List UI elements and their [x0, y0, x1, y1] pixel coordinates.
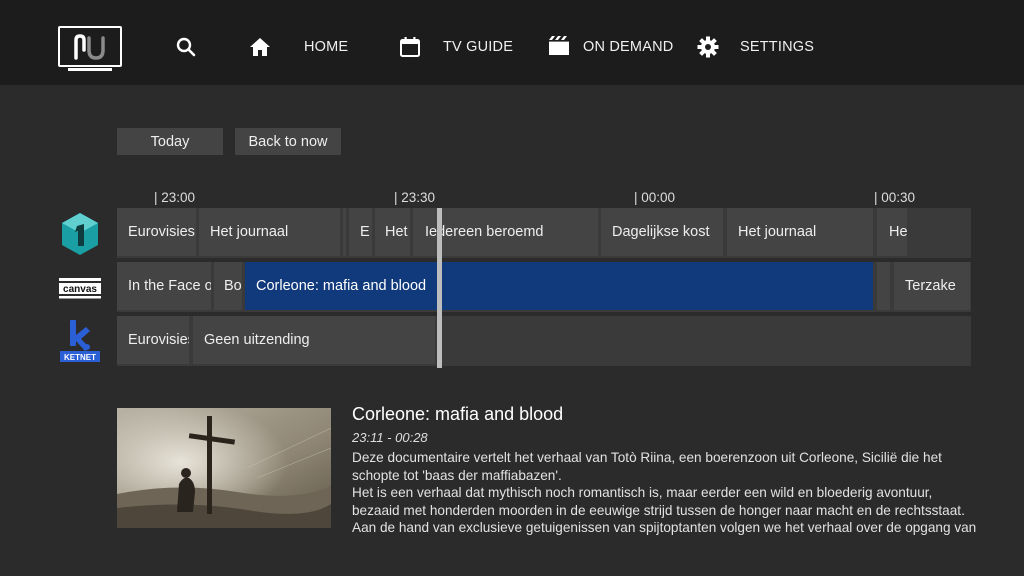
back-to-now-button[interactable]: Back to now — [235, 128, 341, 155]
program-tile[interactable]: He — [877, 208, 907, 256]
nav-tv-guide[interactable]: TV GUIDE — [398, 30, 513, 64]
current-time-indicator — [437, 208, 442, 368]
channel-row-ketnet: Eurovisies Geen uitzending — [117, 316, 971, 366]
program-thumbnail — [117, 408, 332, 528]
nav-settings-label: SETTINGS — [740, 39, 815, 55]
description-paragraph: Deze documentaire vertelt het verhaal va… — [352, 450, 942, 483]
nav-settings[interactable]: SETTINGS — [696, 30, 814, 64]
nav-home-label: HOME — [304, 39, 349, 55]
program-tile[interactable]: Het journaal — [199, 208, 340, 256]
time-label: | 23:30 — [394, 190, 436, 205]
program-tile[interactable]: Geen uitzending — [193, 316, 435, 364]
time-label: | 00:00 — [634, 190, 676, 205]
nav-home[interactable]: HOME — [248, 30, 348, 64]
today-button[interactable]: Today — [117, 128, 223, 155]
description-paragraph: Aan de hand van exclusieve getuigenissen… — [352, 520, 977, 535]
nav-on-demand-label: ON DEMAND — [583, 39, 674, 55]
program-tile[interactable]: E — [349, 208, 372, 256]
program-tile[interactable] — [343, 208, 346, 256]
logo-stand — [68, 68, 112, 71]
time-label: | 00:30 — [874, 190, 916, 205]
een-logo-icon — [58, 212, 102, 256]
search-button[interactable] — [174, 30, 198, 64]
nav-on-demand[interactable]: ON DEMAND — [547, 30, 673, 64]
ketnet-logo-text: KETNET — [64, 353, 96, 362]
search-icon — [176, 37, 196, 57]
canvas-logo-icon: canvas — [58, 266, 102, 310]
nav-tv-guide-label: TV GUIDE — [443, 39, 514, 55]
program-tile[interactable] — [877, 262, 890, 310]
program-tile[interactable]: Bo — [214, 262, 242, 310]
detail-title: Corleone: mafia and blood — [352, 404, 564, 424]
calendar-icon — [400, 37, 420, 57]
ketnet-logo-icon: KETNET — [58, 318, 102, 362]
canvas-logo-text: canvas — [63, 284, 97, 295]
program-tile[interactable]: Het — [375, 208, 410, 256]
program-tile-selected[interactable]: Corleone: mafia and blood — [245, 262, 873, 310]
gear-icon — [697, 36, 719, 58]
program-tile[interactable]: In the Face of — [117, 262, 211, 310]
home-icon — [250, 38, 270, 56]
program-tile[interactable]: Terzake — [894, 262, 970, 310]
detail-description: Deze documentaire vertelt het verhaal va… — [352, 449, 982, 541]
film-icon — [549, 36, 569, 55]
program-tile[interactable]: Eurovisies — [117, 208, 196, 256]
program-tile[interactable]: Eurovisies — [117, 316, 189, 364]
channel-row-een: Eurovisies Het journaal E Het Iedereen b… — [117, 208, 971, 258]
description-paragraph: Het is een verhaal dat mythisch noch rom… — [352, 485, 965, 518]
logo-icon[interactable] — [58, 26, 122, 67]
channel-row-canvas: In the Face of Bo Corleone: mafia and bl… — [117, 262, 971, 312]
time-label: | 23:00 — [154, 190, 196, 205]
program-tile[interactable]: Het journaal — [727, 208, 873, 256]
program-tile[interactable]: Dagelijkse kost — [601, 208, 723, 256]
detail-time: 23:11 - 00:28 — [352, 430, 428, 445]
